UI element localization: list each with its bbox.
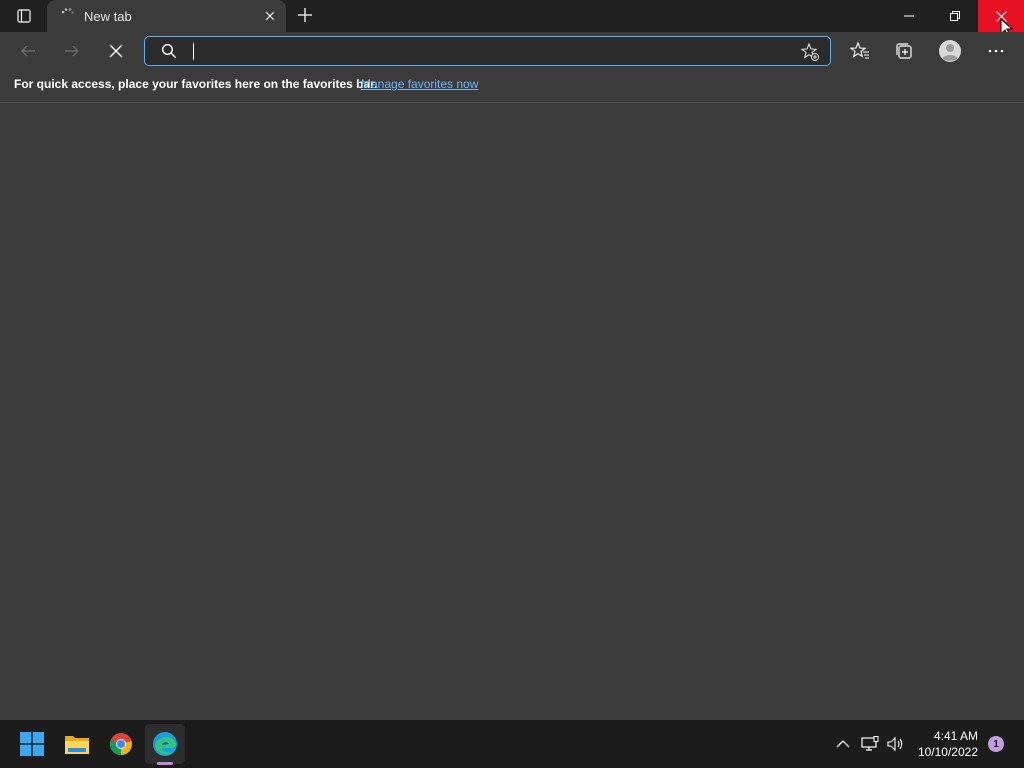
text-caret [193,43,194,60]
back-button[interactable] [13,36,43,66]
profile-button[interactable] [935,36,965,66]
manage-favorites-link[interactable]: Manage favorites now [361,77,478,91]
new-tab-button[interactable] [294,4,316,26]
network-button[interactable] [858,732,882,756]
tab-actions-icon [17,9,31,23]
restore-button[interactable] [932,0,978,32]
forward-arrow-icon [65,45,79,57]
volume-icon [887,736,903,752]
tab-close-button[interactable] [262,8,278,24]
chrome-icon [109,733,132,756]
favorites-button[interactable] [845,36,875,66]
tab-actions-button[interactable] [8,4,40,28]
tab-title: New tab [84,9,132,24]
start-button[interactable] [12,724,52,764]
edge-button[interactable] [145,724,185,764]
favorites-icon [850,41,869,59]
clock-time: 4:41 AM [933,729,978,743]
add-favorite-icon[interactable] [800,42,820,62]
profile-icon [939,40,961,62]
collections-button[interactable] [889,36,919,66]
taskbar-clock[interactable]: 4:41 AM 10/10/2022 [906,728,978,760]
collections-icon [896,43,912,59]
address-bar[interactable] [144,36,831,66]
back-arrow-icon [21,45,35,57]
edge-icon [153,732,177,756]
chrome-button[interactable] [101,724,141,764]
more-icon [988,49,1004,53]
more-button[interactable] [981,36,1011,66]
folder-icon [65,736,89,754]
forward-button[interactable] [57,36,87,66]
favorites-bar-message: For quick access, place your favorites h… [14,77,378,91]
network-icon [861,736,879,751]
tab-strip: New tab [0,0,1024,37]
plus-icon [298,8,312,22]
file-explorer-button[interactable] [57,724,97,764]
taskbar: 4:41 AM 10/10/2022 1 [0,720,1024,768]
favorites-bar: For quick access, place your favorites h… [0,70,1024,103]
search-icon [161,43,177,59]
restore-icon [950,11,960,21]
minimize-button[interactable] [886,0,932,32]
browser-toolbar [0,32,1024,70]
stop-button[interactable] [101,36,131,66]
tab-new-tab[interactable]: New tab [47,0,286,32]
windows-logo-icon [20,732,44,756]
notification-badge[interactable]: 1 [988,736,1004,752]
page-content [0,103,1024,720]
show-hidden-icons-button[interactable] [831,732,855,756]
loading-spinner-icon [61,8,74,14]
minimize-icon [904,15,914,17]
clock-date: 10/10/2022 [917,745,978,759]
close-icon [265,11,275,21]
volume-button[interactable] [883,732,907,756]
active-app-indicator [157,762,173,765]
stop-loading-icon [109,44,123,58]
chevron-up-icon [836,740,850,748]
address-input[interactable] [189,40,779,62]
